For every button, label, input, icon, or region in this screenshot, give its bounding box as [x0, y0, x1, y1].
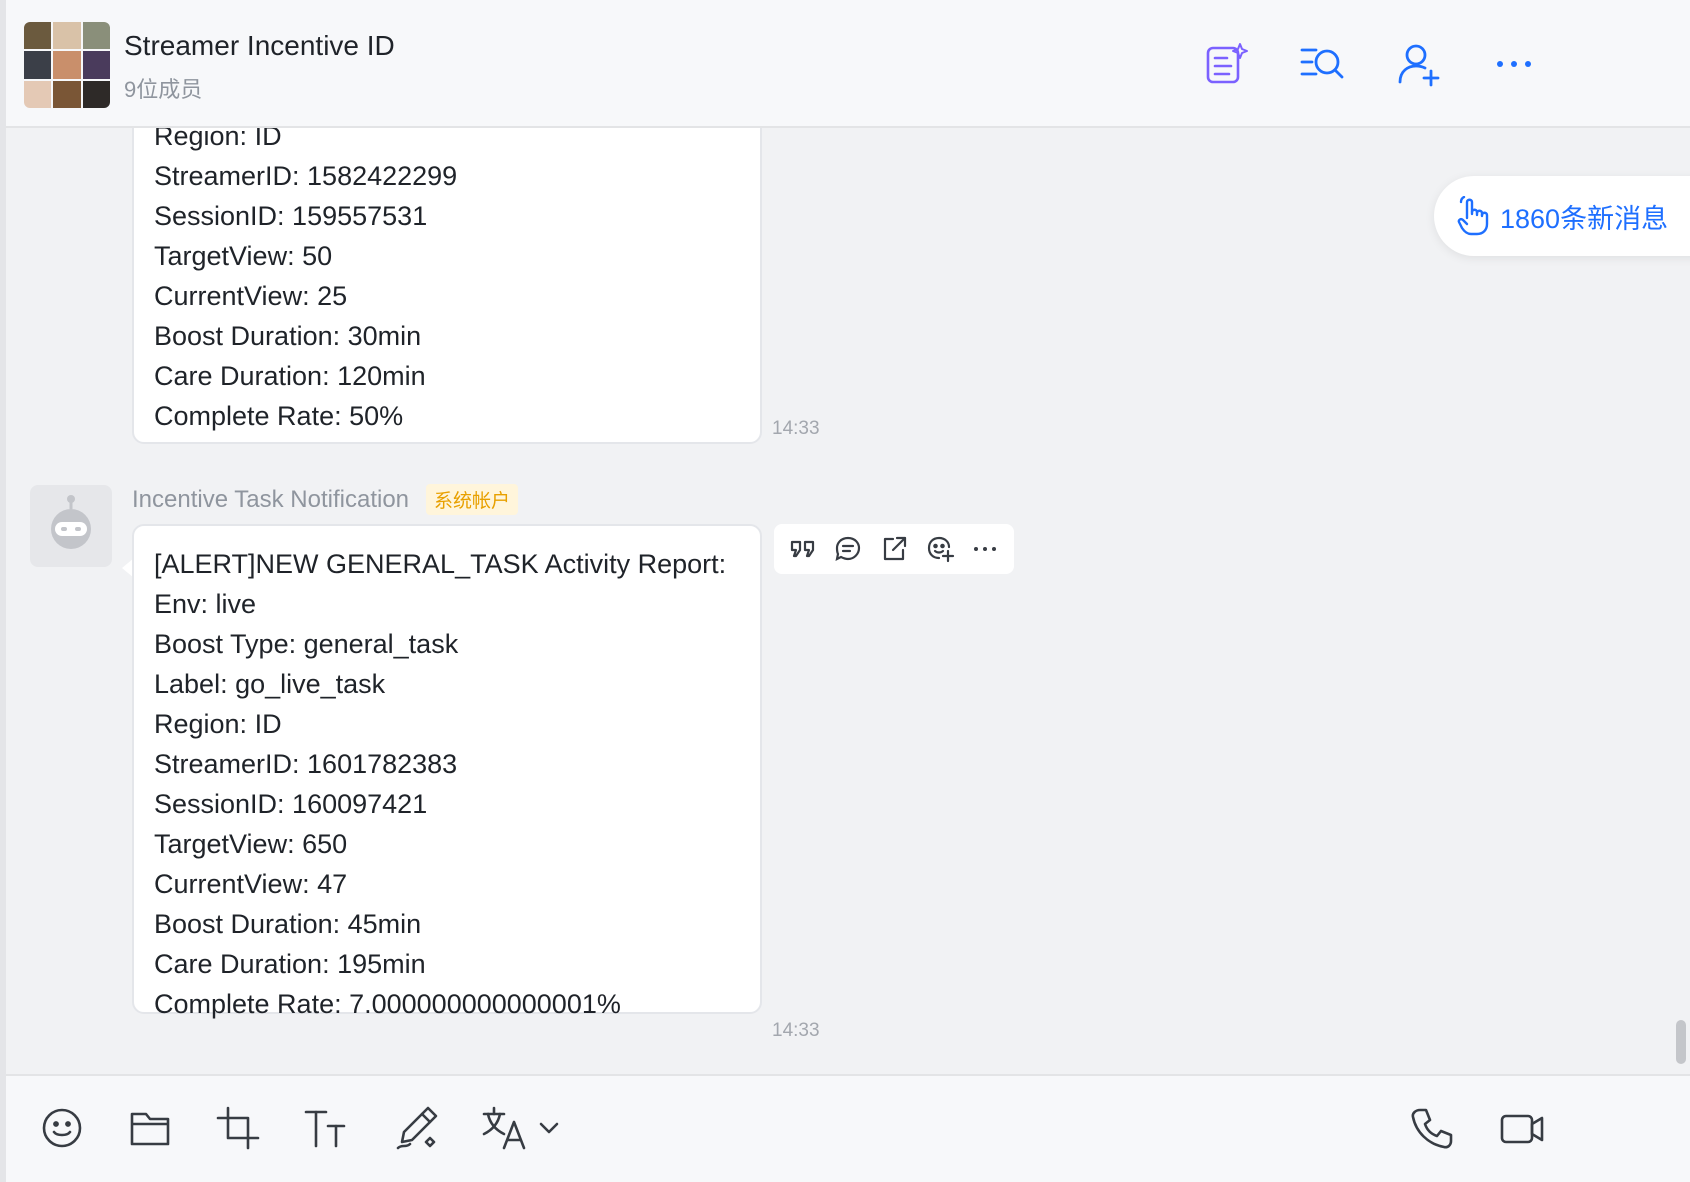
message-line: Care Duration: 195min: [154, 949, 426, 979]
message-line: StreamerID: 1601782383: [154, 749, 458, 779]
message-line: Boost Duration: 30min: [154, 321, 422, 351]
message-line: StreamerID: 1582422299: [154, 161, 458, 191]
system-account-badge: 系统帐户: [426, 484, 519, 515]
reply-icon[interactable]: [833, 534, 863, 564]
message-line: [ALERT]NEW GENERAL_TASK Activity Report:: [154, 549, 727, 579]
message-line: Care Duration: 120min: [154, 361, 426, 391]
new-messages-label: 1860条新消息: [1500, 203, 1669, 234]
message-action-bar: [774, 524, 1014, 574]
translate-icon[interactable]: [480, 1104, 528, 1152]
message-line: SessionID: 159557531: [154, 201, 428, 231]
search-chat-icon[interactable]: [1298, 40, 1346, 88]
message-line: TargetView: 50: [154, 241, 333, 271]
quote-icon[interactable]: [788, 534, 818, 564]
message-timestamp: 14:33: [772, 418, 820, 439]
composer-toolbar: [6, 1074, 1690, 1182]
message-line: Label: go_live_task: [154, 669, 386, 699]
scrollbar[interactable]: [1676, 1020, 1686, 1064]
new-messages-button[interactable]: 1860条新消息: [1434, 176, 1690, 256]
message-line: Env: live: [154, 589, 257, 619]
message-line: CurrentView: 25: [154, 281, 348, 311]
bot-avatar[interactable]: [30, 485, 112, 567]
message-line: SessionID: 160097421: [154, 789, 428, 819]
video-icon[interactable]: [1498, 1104, 1546, 1152]
message-list[interactable]: Region: ID StreamerID: 1582422299 Sessio…: [6, 128, 1690, 1074]
phone-icon[interactable]: [1408, 1104, 1456, 1152]
message-timestamp: 14:33: [772, 1020, 820, 1041]
pointing-hand-icon: [1456, 196, 1490, 236]
reaction-icon[interactable]: [925, 534, 955, 564]
group-avatar[interactable]: [24, 22, 110, 108]
message-line: Boost Type: general_task: [154, 629, 459, 659]
chat-title[interactable]: Streamer Incentive ID: [124, 30, 395, 62]
message-bubble[interactable]: [ALERT]NEW GENERAL_TASK Activity Report:…: [132, 524, 762, 1019]
add-member-icon[interactable]: [1394, 40, 1442, 88]
more-icon[interactable]: [970, 534, 1000, 564]
draw-icon[interactable]: [392, 1104, 440, 1152]
message-line: Complete Rate: 7.000000000000001%: [154, 989, 621, 1019]
more-icon[interactable]: [1490, 40, 1538, 88]
chat-window: Streamer Incentive ID 9位成员 Region: ID St…: [0, 0, 1690, 1182]
chevron-down-icon[interactable]: [534, 1104, 564, 1152]
text-format-icon[interactable]: [302, 1104, 350, 1152]
message-line: Boost Duration: 45min: [154, 909, 422, 939]
message-line: Region: ID: [154, 709, 282, 739]
emoji-icon[interactable]: [38, 1104, 86, 1152]
forward-icon[interactable]: [879, 534, 909, 564]
message-line: Region: ID: [154, 128, 282, 151]
message-line: TargetView: 650: [154, 829, 348, 859]
message-line: CurrentView: 47: [154, 869, 348, 899]
member-count[interactable]: 9位成员: [124, 72, 202, 104]
sender-name[interactable]: Incentive Task Notification: [132, 486, 409, 514]
message-bubble[interactable]: Region: ID StreamerID: 1582422299 Sessio…: [132, 128, 762, 444]
folder-icon[interactable]: [126, 1104, 174, 1152]
message-line: Complete Rate: 50%: [154, 401, 404, 431]
chat-header: Streamer Incentive ID 9位成员: [6, 0, 1690, 128]
ai-notes-icon[interactable]: [1202, 40, 1250, 88]
screenshot-icon[interactable]: [214, 1104, 262, 1152]
